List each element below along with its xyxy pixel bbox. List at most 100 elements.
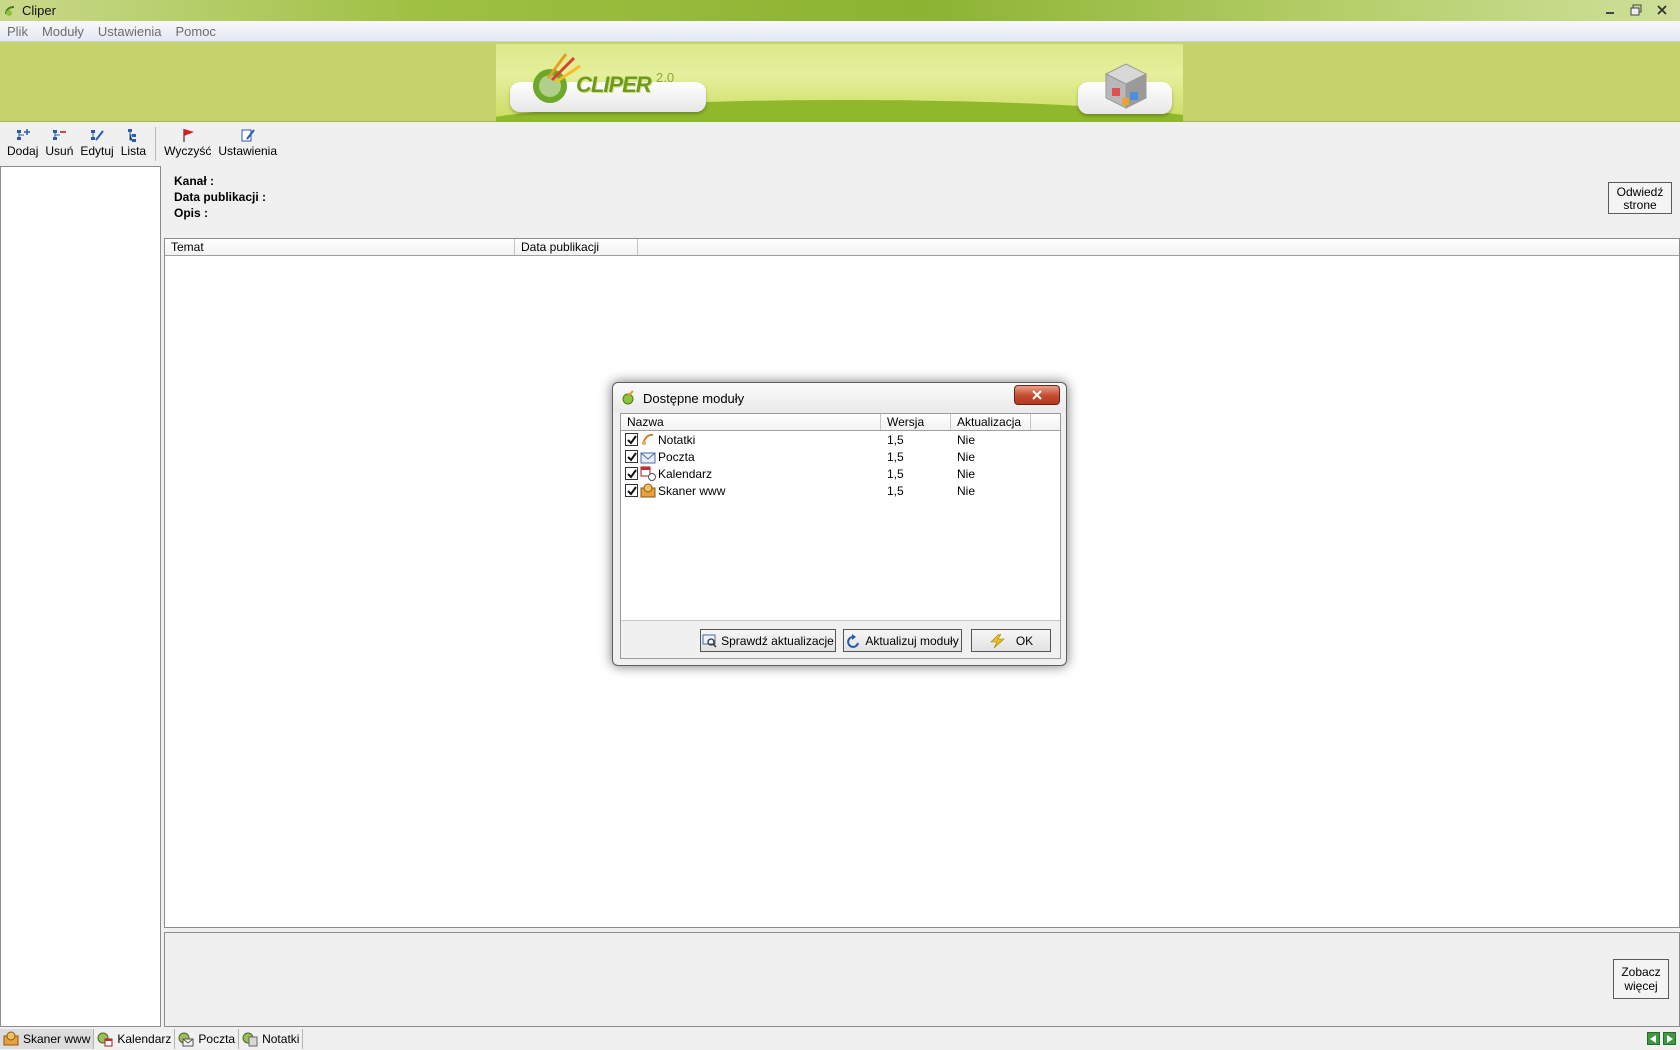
list-button[interactable]: Lista: [118, 127, 149, 158]
window-controls: [1598, 1, 1674, 18]
module-checkbox[interactable]: [625, 450, 638, 463]
module-checkbox[interactable]: [625, 467, 638, 480]
column-pub-date[interactable]: Data publikacji: [515, 239, 638, 255]
visit-site-button[interactable]: Odwiedź strone: [1608, 182, 1672, 214]
remove-label: Usuń: [45, 144, 74, 158]
calendar-module-icon: [640, 466, 656, 481]
update-modules-label: Aktualizuj moduły: [865, 633, 959, 648]
column-topic[interactable]: Temat: [165, 239, 515, 255]
check-updates-label: Sprawdź aktualizacje: [721, 633, 834, 648]
feeds-tree[interactable]: [0, 166, 161, 1027]
check-updates-button[interactable]: Sprawdź aktualizacje: [700, 629, 836, 652]
web-scanner-icon: [3, 1031, 19, 1046]
notes-icon: [242, 1032, 258, 1047]
window-title: Cliper: [22, 3, 56, 18]
module-row-notes[interactable]: Notatki 1,5 Nie: [621, 431, 1060, 448]
column-name[interactable]: Nazwa: [621, 414, 881, 430]
tab-mail[interactable]: Poczta: [175, 1029, 240, 1049]
close-icon: [1032, 390, 1042, 400]
title-bar: Cliper: [0, 0, 1680, 21]
web-scanner-module-icon: [640, 483, 656, 498]
restore-icon: [1630, 4, 1642, 15]
menu-modules[interactable]: Moduły: [42, 24, 84, 39]
module-version: 1,5: [887, 483, 904, 498]
feed-info: Kanał : Data publikacji : Opis :: [174, 173, 266, 221]
close-icon: [1657, 4, 1667, 15]
module-version: 1,5: [887, 449, 904, 464]
module-name: Kalendarz: [658, 466, 713, 481]
restore-button[interactable]: [1624, 1, 1648, 18]
tab-label: Skaner www: [23, 1032, 91, 1046]
menu-help[interactable]: Pomoc: [175, 24, 215, 39]
flag-icon: [183, 129, 194, 142]
clear-button[interactable]: Wyczyść: [161, 127, 214, 158]
tab-label: Notatki: [262, 1032, 300, 1046]
module-update: Nie: [957, 466, 976, 481]
module-checkbox[interactable]: [625, 433, 638, 446]
ok-button[interactable]: OK: [971, 629, 1051, 652]
update-modules-button[interactable]: Aktualizuj moduły: [843, 629, 962, 652]
dialog-title-bar: Dostępne moduły: [613, 383, 1066, 413]
mail-icon: [178, 1032, 194, 1047]
toolbar-separator: [155, 127, 157, 161]
dialog-close-button[interactable]: [1014, 385, 1060, 405]
banner: CLIPER 2.0: [0, 42, 1680, 122]
module-checkbox[interactable]: [625, 484, 638, 497]
add-feed-icon: [16, 129, 30, 140]
module-tabs: Skaner www Kalendarz Poczta Notatki: [0, 1028, 1680, 1050]
banner-art: CLIPER 2.0: [496, 44, 1183, 122]
tab-prev-button[interactable]: [1647, 1032, 1660, 1045]
edit-button[interactable]: Edytuj: [77, 127, 116, 158]
column-version[interactable]: Wersja: [881, 414, 951, 430]
mail-module-icon: [640, 452, 656, 464]
pub-date-label: Data publikacji :: [174, 190, 267, 204]
modules-list[interactable]: Nazwa Wersja Aktualizacja Notatki 1,5 Ni…: [620, 413, 1061, 659]
dialog-title: Dostępne moduły: [643, 390, 745, 406]
arrow-right-icon: [1667, 1034, 1673, 1043]
settings-button[interactable]: Ustawienia: [215, 127, 280, 158]
app-icon: [5, 5, 15, 16]
remove-button[interactable]: Usuń: [42, 127, 76, 158]
see-more-button[interactable]: Zobacz więcej: [1613, 959, 1669, 999]
calendar-icon: [97, 1032, 113, 1047]
module-name: Notatki: [658, 432, 696, 447]
lightning-icon: [990, 633, 1005, 648]
minimize-button[interactable]: [1598, 1, 1622, 18]
channel-label: Kanał :: [174, 174, 215, 188]
preview-pane: Zobacz więcej: [164, 932, 1680, 1027]
add-label: Dodaj: [7, 144, 39, 158]
clear-label: Wyczyść: [164, 144, 212, 158]
close-button[interactable]: [1650, 1, 1674, 18]
banner-logo-version: 2.0: [656, 70, 675, 85]
check-icon: [626, 434, 637, 445]
tab-next-button[interactable]: [1663, 1032, 1676, 1045]
module-row-calendar[interactable]: Kalendarz 1,5 Nie: [621, 465, 1060, 482]
module-version: 1,5: [887, 466, 904, 481]
refresh-icon: [847, 633, 860, 648]
available-modules-dialog: Dostępne moduły Nazwa Wersja Aktualizacj…: [612, 382, 1067, 666]
more-label-line2: więcej: [1624, 979, 1658, 993]
modules-list-header: Nazwa Wersja Aktualizacja: [621, 414, 1060, 431]
module-name: Poczta: [658, 449, 695, 464]
tab-notes[interactable]: Notatki: [239, 1029, 304, 1049]
remove-feed-icon: [53, 130, 67, 140]
column-update[interactable]: Aktualizacja: [951, 414, 1031, 430]
news-list-header: Temat Data publikacji: [165, 239, 1679, 256]
add-button[interactable]: Dodaj: [4, 127, 41, 158]
tab-web-scanner[interactable]: Skaner www: [0, 1029, 95, 1049]
menu-settings[interactable]: Ustawienia: [98, 24, 162, 39]
module-row-mail[interactable]: Poczta 1,5 Nie: [621, 448, 1060, 465]
module-name: Skaner www: [658, 483, 726, 498]
cube-icon: [1104, 63, 1148, 109]
ok-label: OK: [1015, 633, 1034, 648]
module-row-web-scanner[interactable]: Skaner www 1,5 Nie: [621, 482, 1060, 499]
check-icon: [626, 485, 637, 496]
minimize-icon: [1606, 11, 1614, 14]
module-update: Nie: [957, 449, 976, 464]
edit-feed-icon: [91, 130, 104, 141]
more-label-line1: Zobacz: [1621, 965, 1661, 979]
tab-label: Kalendarz: [117, 1032, 172, 1046]
arrow-left-icon: [1650, 1034, 1656, 1043]
menu-file[interactable]: Plik: [7, 24, 28, 39]
tab-calendar[interactable]: Kalendarz: [94, 1029, 176, 1049]
